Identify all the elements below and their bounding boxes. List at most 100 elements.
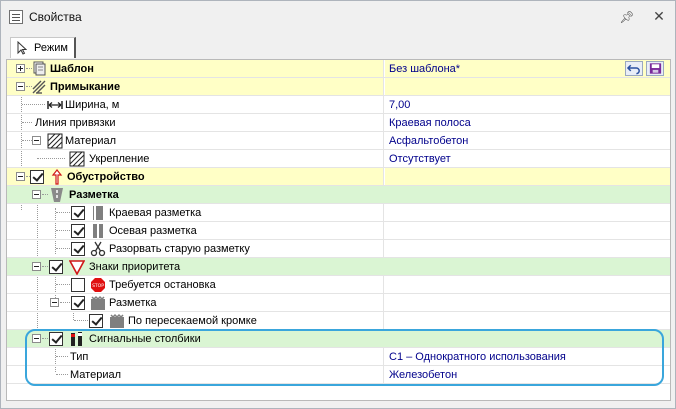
property-row-material[interactable]: Материал Асфальтобетон [7,132,670,150]
row-label: Разметка [69,189,119,201]
collapse-toggle[interactable] [16,172,25,181]
checkbox[interactable] [71,206,85,220]
row-label: Примыкание [50,81,121,93]
undo-button[interactable] [625,61,643,76]
properties-window: Свойства 📌︎ ✕ Режим Шаблон Без шаблона* … [0,0,676,409]
row-value[interactable]: 7,00 [389,99,410,111]
row-value[interactable]: Асфальтобетон [389,135,468,147]
collapse-toggle[interactable] [32,334,41,343]
collapse-toggle[interactable] [32,136,41,145]
tree-line [42,266,48,267]
property-row-stop-required[interactable]: STOP Требуется остановка [7,276,670,294]
checkbox[interactable] [89,314,103,328]
row-label: Ширина, м [65,99,120,111]
tree-line [37,158,65,159]
checkbox[interactable] [71,224,85,238]
tree-line [56,212,70,213]
row-label: Разорвать старую разметку [109,243,250,255]
tree-line [56,230,70,231]
row-label: Разметка [109,297,157,309]
row-value[interactable]: Отсутствует [389,153,451,165]
property-row-priority-signs[interactable]: Знаки приоритета [7,258,670,276]
checkbox[interactable] [71,278,85,292]
collapse-toggle[interactable] [50,298,59,307]
row-value[interactable]: Без шаблона* [389,63,460,75]
title-bar: Свойства 📌︎ ✕ [1,1,675,33]
property-row-center-marking[interactable]: Осевая разметка [7,222,670,240]
road-sign-icon [51,169,63,185]
cursor-icon [17,41,27,55]
expand-toggle[interactable] [16,64,25,73]
property-row-post-type[interactable]: Тип С1 – Однократного использования [7,348,670,366]
row-label: Обустройство [67,171,145,183]
property-row-template[interactable]: Шаблон Без шаблона* [7,60,670,78]
checkbox[interactable] [49,332,63,346]
collapse-toggle[interactable] [32,190,41,199]
checkbox[interactable] [30,170,44,184]
save-button[interactable] [646,61,664,76]
row-label: По пересекаемой кромке [128,315,257,327]
tree-line [56,374,68,375]
center-line-icon [93,224,103,238]
property-row-equipment[interactable]: Обустройство [7,168,670,186]
property-row-reinforcement[interactable]: Укрепление Отсутствует [7,150,670,168]
close-icon[interactable]: ✕ [651,8,667,24]
row-label: Требуется остановка [109,279,216,291]
stop-sign-icon: STOP [91,278,105,292]
tab-bar: Режим [6,36,672,58]
tree-line [56,284,70,285]
property-row-crossed-edge[interactable]: По пересекаемой кромке [7,312,670,330]
undo-icon [627,64,640,75]
property-row-signal-posts[interactable]: Сигнальные столбики [7,330,670,348]
row-label: Краевая разметка [109,207,202,219]
signal-post-icon [71,332,82,346]
row-label: Шаблон [50,63,94,75]
tab-label: Режим [34,42,68,54]
checkbox[interactable] [71,296,85,310]
hatch-icon [69,151,85,167]
tree-line [42,194,48,195]
row-label: Линия привязки [35,117,116,129]
tree-line [56,356,68,357]
row-value[interactable]: Железобетон [389,369,457,381]
row-label: Материал [70,369,121,381]
row-label: Осевая разметка [109,225,197,237]
property-grid: Шаблон Без шаблона* Примыкание Ширина, м… [6,59,671,401]
property-row-edge-marking[interactable]: Краевая разметка [7,204,670,222]
tree-line [22,140,32,141]
row-label: Материал [65,135,116,147]
window-title: Свойства [29,10,82,24]
stop-line-icon [91,295,105,310]
pin-icon[interactable]: 📌︎ [619,9,635,25]
row-label: Сигнальные столбики [89,333,201,345]
hatch-icon [47,133,63,149]
property-row-binding-line[interactable]: Линия привязки Краевая полоса [7,114,670,132]
property-row-post-material[interactable]: Материал Железобетон [7,366,670,384]
tree-line [74,320,88,321]
row-value[interactable]: С1 – Однократного использования [389,351,566,363]
row-label: Укрепление [89,153,150,165]
checkbox[interactable] [49,260,63,274]
property-row-marking-sub[interactable]: Разметка [7,294,670,312]
tab-mode[interactable]: Режим [10,37,76,58]
property-row-junction[interactable]: Примыкание [7,78,670,96]
row-label: Тип [70,351,89,363]
tree-line [60,302,70,303]
checkbox[interactable] [71,242,85,256]
template-icon [33,61,46,76]
stop-line-icon [110,313,124,328]
row-value[interactable]: Краевая полоса [389,117,471,129]
collapse-toggle[interactable] [16,82,25,91]
save-icon [649,63,662,74]
yield-sign-icon [69,260,85,275]
tree-line [22,104,45,105]
scissors-icon [90,241,106,257]
junction-icon [32,80,46,94]
property-row-width[interactable]: Ширина, м 7,00 [7,96,670,114]
property-row-marking-group[interactable]: Разметка [7,186,670,204]
row-label: Знаки приоритета [89,261,181,273]
collapse-toggle[interactable] [32,262,41,271]
svg-text:STOP: STOP [92,283,104,289]
property-row-break-old-marking[interactable]: Разорвать старую разметку [7,240,670,258]
tree-line [22,122,32,123]
